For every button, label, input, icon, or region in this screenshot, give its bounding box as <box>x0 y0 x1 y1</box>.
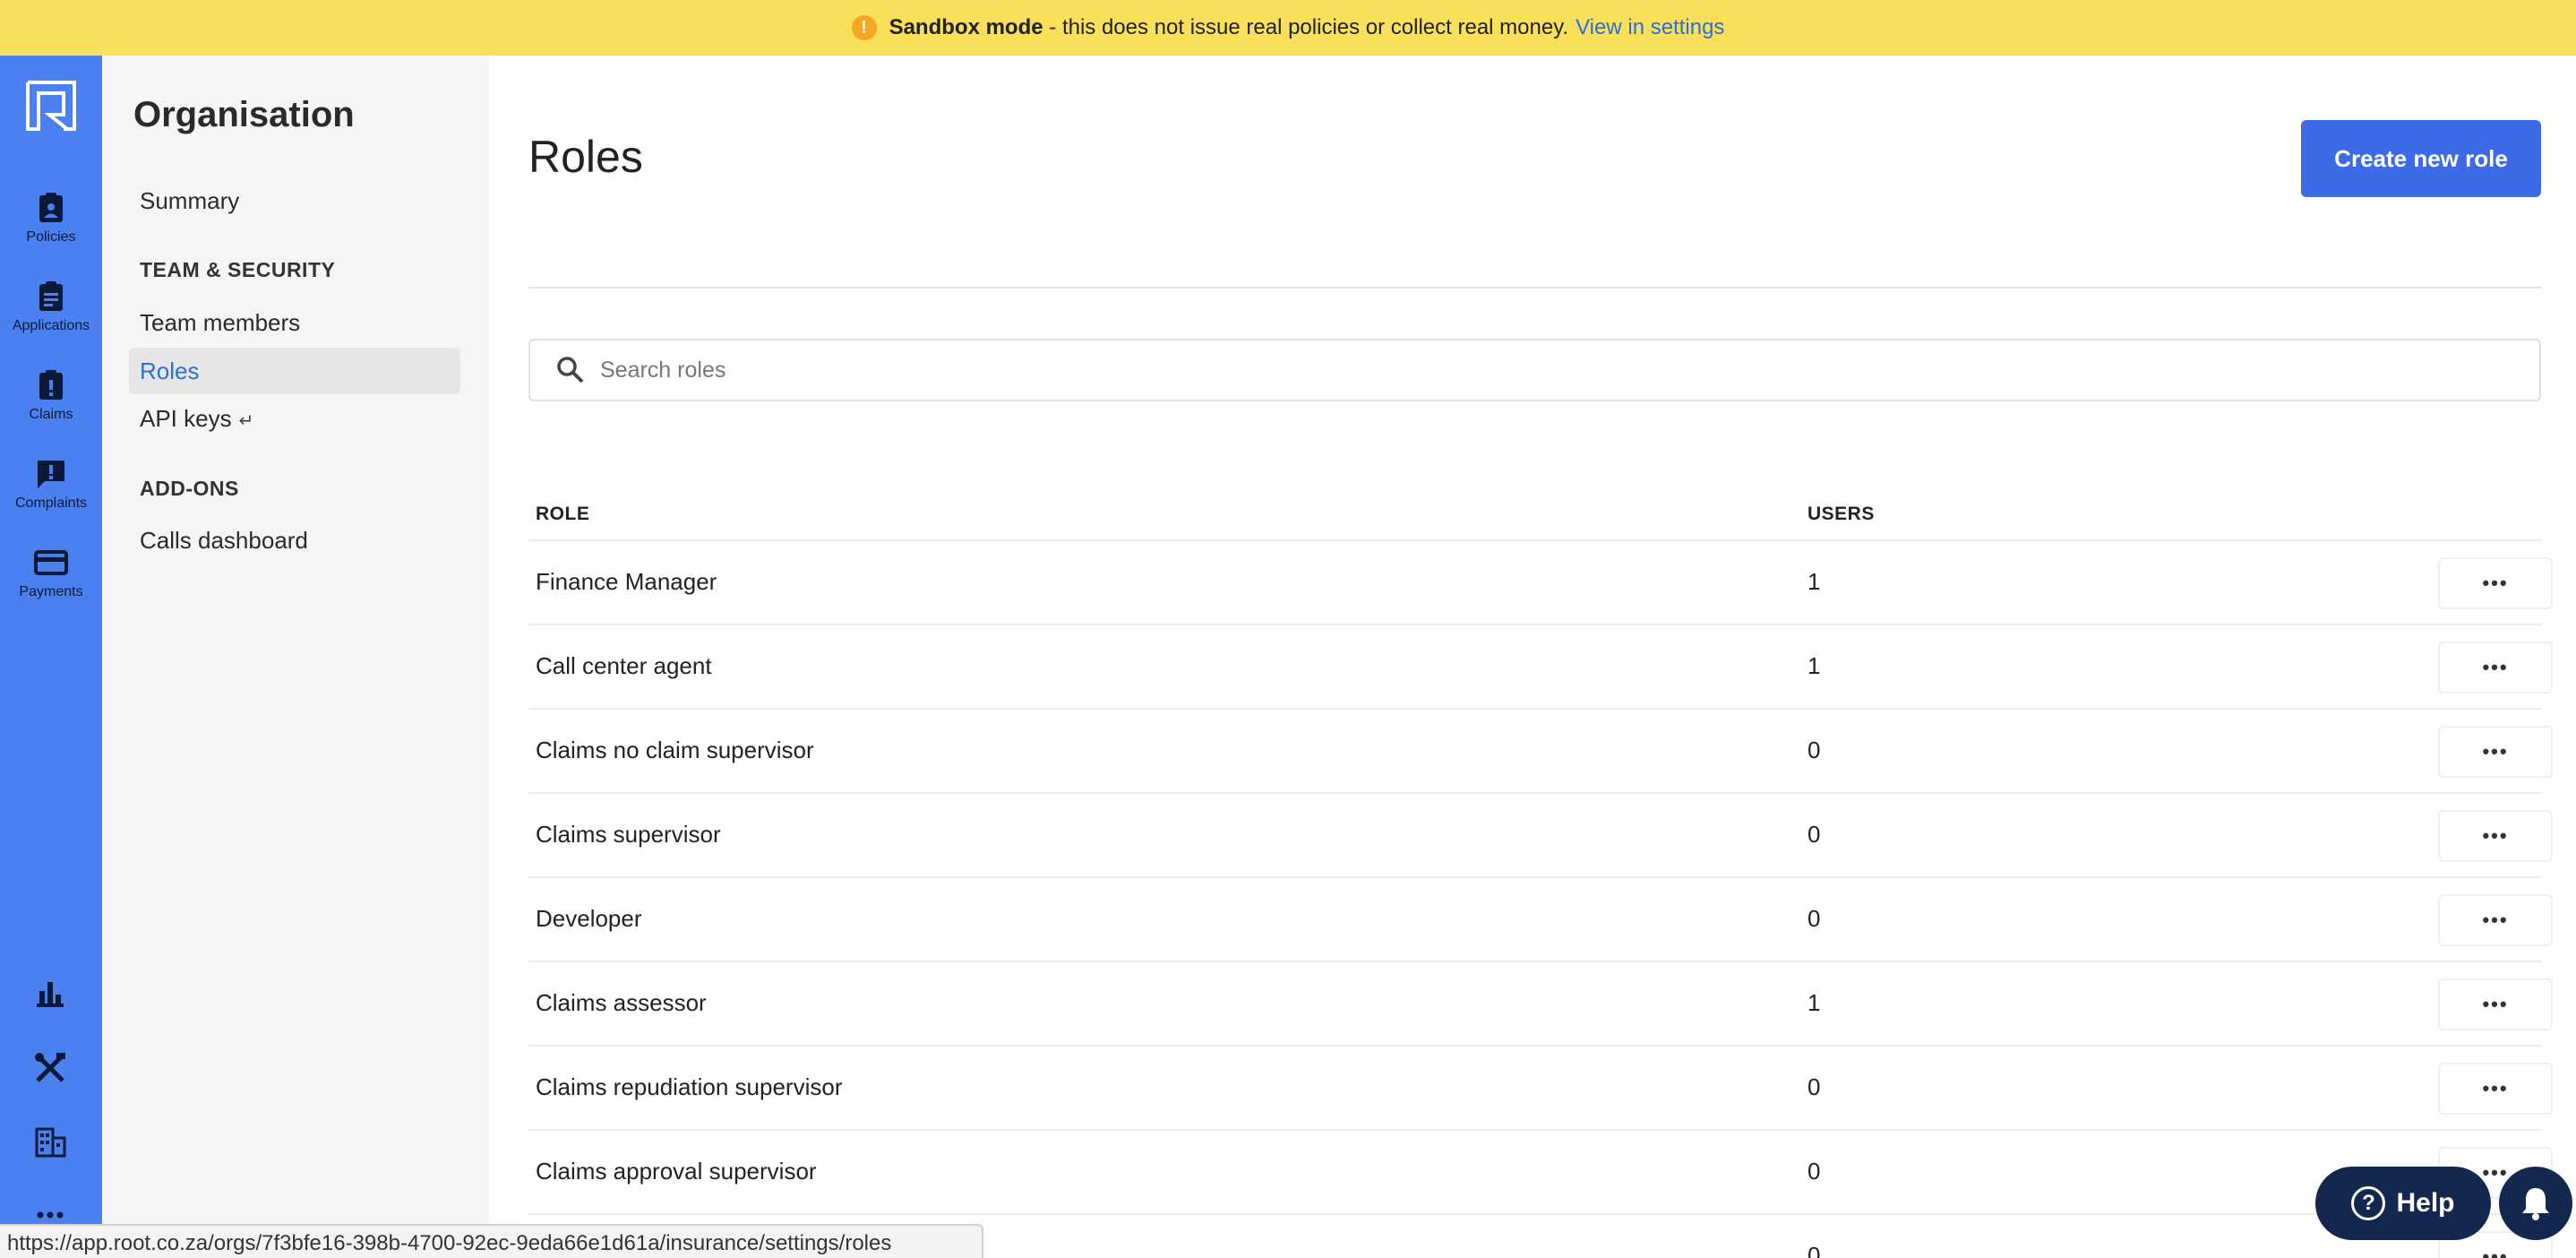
role-name: Claims no claim supervisor <box>536 737 814 763</box>
help-icon: ? <box>2351 1186 2386 1220</box>
nav-applications-label: Applications <box>12 318 90 333</box>
role-users-count: 1 <box>1807 989 1821 1016</box>
help-button[interactable]: ? Help <box>2315 1167 2491 1240</box>
nav-payments-label: Payments <box>19 584 83 599</box>
table-row[interactable]: Claims assessor 1 ••• <box>528 961 2553 1045</box>
table-row[interactable]: Claims approval supervisor 0 ••• <box>528 1129 2553 1213</box>
role-name: Claims assessor <box>536 989 707 1016</box>
search-input[interactable] <box>600 357 2481 383</box>
nav-policies-label: Policies <box>26 229 76 245</box>
main-content: Roles Create new role ROLE USERS Finance… <box>489 56 2576 1258</box>
sidebar-item-calls-dashboard[interactable]: Calls dashboard <box>129 517 460 564</box>
role-users-count: 0 <box>1807 821 1821 848</box>
row-more-button[interactable]: ••• <box>2438 1063 2553 1115</box>
role-name: Finance Manager <box>536 568 717 595</box>
table-row[interactable]: Claims no claim supervisor 0 ••• <box>528 708 2553 792</box>
row-more-button[interactable]: ••• <box>2438 978 2553 1030</box>
role-name: Call center agent <box>536 652 712 679</box>
role-name: Claims supervisor <box>536 821 721 848</box>
sidebar-title: Organisation <box>133 95 355 134</box>
role-users-count: 0 <box>1807 1073 1821 1100</box>
row-more-button[interactable]: ••• <box>2438 810 2553 862</box>
column-header-users[interactable]: USERS <box>1807 504 1875 525</box>
nav-complaints[interactable]: Complaints <box>0 456 102 537</box>
banner-text: - this does not issue real policies or c… <box>1043 15 1569 39</box>
row-more-button[interactable]: ••• <box>2438 642 2553 694</box>
sidebar-section-add-ons: ADD-ONS <box>140 477 239 500</box>
create-new-role-button[interactable]: Create new role <box>2301 120 2541 197</box>
row-more-button[interactable]: ••• <box>2438 894 2553 946</box>
column-header-role[interactable]: ROLE <box>536 504 589 525</box>
bell-icon <box>2522 1188 2549 1220</box>
claims-icon <box>39 370 63 400</box>
sandbox-banner: ! Sandbox mode - this does not issue rea… <box>0 0 2576 56</box>
role-users-count: 1 <box>1807 652 1821 679</box>
nav-policies[interactable]: Policies <box>0 190 102 271</box>
warning-icon: ! <box>851 15 877 40</box>
role-users-count: 0 <box>1807 1242 1821 1258</box>
role-name: Developer <box>536 905 642 932</box>
role-users-count: 0 <box>1807 1158 1821 1185</box>
search-icon <box>557 357 584 383</box>
root-logo-icon[interactable] <box>24 79 78 133</box>
applications-icon <box>39 281 63 311</box>
notifications-button[interactable] <box>2499 1167 2572 1240</box>
role-users-count: 0 <box>1807 737 1821 763</box>
return-icon: ↵ <box>238 411 254 431</box>
sidebar-item-team-members[interactable]: Team members <box>129 299 460 346</box>
nav-complaints-label: Complaints <box>14 495 88 511</box>
tools-icon[interactable] <box>32 1050 68 1086</box>
banner-bold-text: Sandbox mode <box>889 15 1043 39</box>
bar-chart-icon[interactable] <box>32 977 68 1012</box>
page-title: Roles <box>528 132 643 182</box>
nav-applications[interactable]: Applications <box>0 279 102 359</box>
role-users-count: 1 <box>1807 568 1821 595</box>
nav-payments[interactable]: Payments <box>0 545 102 625</box>
row-more-button[interactable]: ••• <box>2438 557 2553 609</box>
row-more-button[interactable]: ••• <box>2438 726 2553 778</box>
sidebar-item-roles[interactable]: Roles <box>129 348 460 394</box>
sidebar-item-api-keys-label: API keys <box>140 405 232 432</box>
status-bar-url: https://app.root.co.za/orgs/7f3bfe16-398… <box>0 1224 983 1258</box>
icon-sidebar: Policies Applications Claims Complaints … <box>0 56 102 1258</box>
help-label: Help <box>2396 1188 2455 1218</box>
building-icon[interactable] <box>32 1124 68 1159</box>
nav-claims[interactable]: Claims <box>0 367 102 448</box>
search-box[interactable] <box>528 339 2541 401</box>
table-row[interactable]: Claims repudiation supervisor 0 ••• <box>528 1045 2553 1129</box>
settings-sidebar: Organisation Summary TEAM & SECURITY Tea… <box>102 56 489 1258</box>
table-row[interactable]: Claims supervisor 0 ••• <box>528 792 2553 876</box>
table-row[interactable]: Finance Manager 1 ••• <box>528 539 2553 624</box>
complaints-icon <box>38 461 64 488</box>
role-users-count: 0 <box>1807 905 1821 932</box>
sidebar-section-team-security: TEAM & SECURITY <box>140 258 336 281</box>
view-in-settings-link[interactable]: View in settings <box>1576 15 1724 40</box>
sidebar-item-api-keys[interactable]: API keys ↵ <box>129 395 460 442</box>
role-name: Claims repudiation supervisor <box>536 1073 843 1100</box>
sidebar-item-summary[interactable]: Summary <box>129 177 460 224</box>
table-row[interactable]: Call center agent 1 ••• <box>528 624 2553 708</box>
table-row[interactable]: Developer 0 ••• <box>528 876 2553 961</box>
role-name: Claims approval supervisor <box>536 1158 817 1185</box>
payments-icon <box>34 550 68 575</box>
policies-icon <box>39 193 63 222</box>
nav-claims-label: Claims <box>29 407 73 422</box>
divider <box>528 287 2541 289</box>
